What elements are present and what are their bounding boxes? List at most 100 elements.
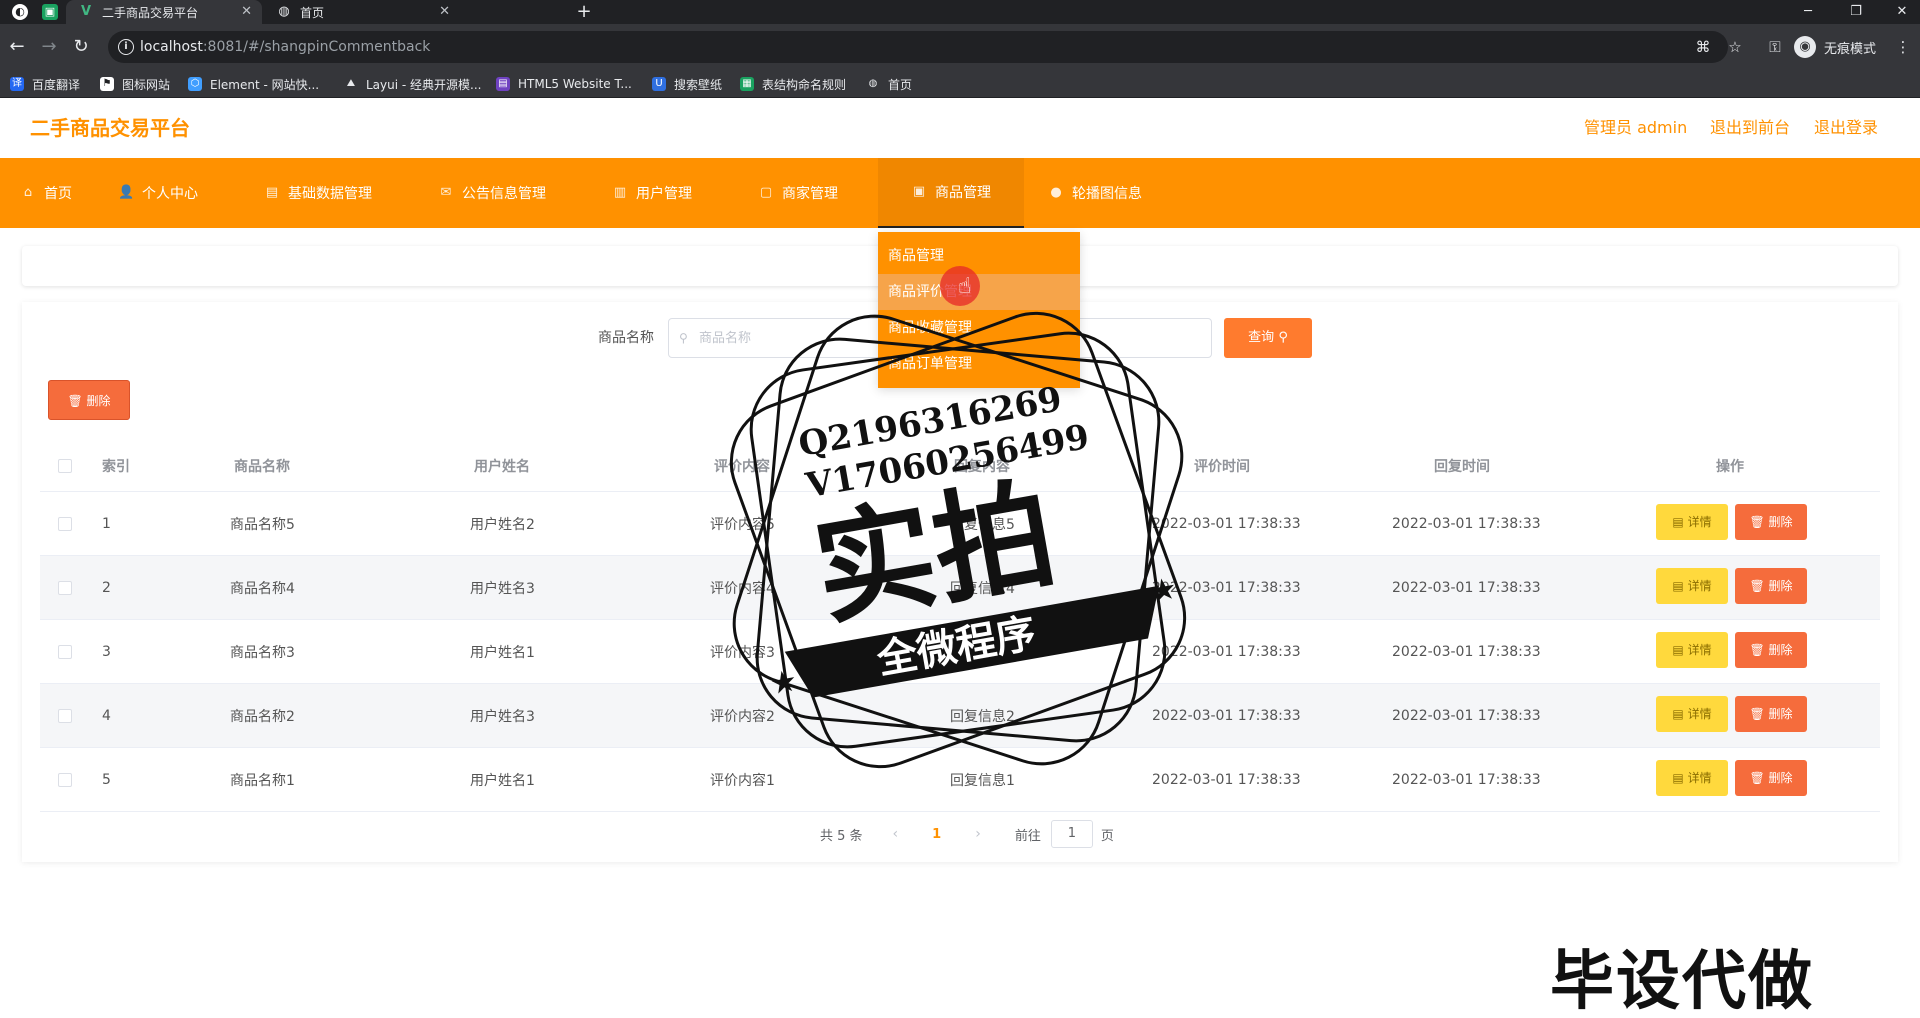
bookmark-item[interactable]: U 搜索壁纸: [652, 70, 722, 98]
query-button[interactable]: 查询 ⚲: [1224, 318, 1312, 358]
minimize-icon[interactable]: ─: [1790, 0, 1826, 24]
vue-logo-icon: V: [80, 4, 92, 19]
key-icon[interactable]: ⚿: [1764, 36, 1786, 58]
bookmark-item[interactable]: ▦ 表结构命名规则: [740, 70, 846, 98]
column-header: 回复内容: [954, 458, 1010, 475]
page: { "browser": { "tabs": [ {"title": "二手商品…: [0, 0, 1920, 1018]
cell-reply-time: 2022-03-01 17:38:33: [1392, 579, 1541, 596]
bookmark-item[interactable]: 译百度翻译: [10, 70, 80, 98]
cell-reply: 回复信息5: [950, 516, 1015, 533]
detail-button[interactable]: ▤ 详情: [1656, 760, 1728, 796]
delete-button[interactable]: 🗑 删除: [1735, 504, 1807, 540]
close-icon[interactable]: ✕: [439, 4, 450, 20]
bookmark-item[interactable]: ⛰ Layui - 经典开源模...: [344, 70, 482, 98]
bookmark-item[interactable]: ⬡ Element - 网站快...: [188, 70, 319, 98]
close-window-icon[interactable]: ✕: [1884, 0, 1920, 24]
logout-link[interactable]: 退出登录: [1814, 98, 1878, 158]
cell-goods-name: 商品名称5: [230, 516, 295, 533]
page-number[interactable]: 1: [932, 827, 941, 842]
nav-basic-data[interactable]: ▤ 基础数据管理: [264, 158, 372, 228]
search-icon: ⚲: [1278, 330, 1288, 345]
select-all-checkbox[interactable]: [58, 459, 72, 473]
column-header: 操作: [1716, 458, 1744, 475]
nav-goods[interactable]: ▣ 商品管理: [878, 158, 1024, 228]
cell-reply: 回复信息2: [950, 708, 1015, 725]
new-tab-button[interactable]: +: [574, 0, 594, 24]
menu-item-goods-favorite[interactable]: 商品收藏管理: [878, 310, 1080, 346]
pinned-tab-icon[interactable]: ▣: [42, 4, 58, 20]
wallpaper-icon: U: [652, 77, 666, 91]
goto-label: 前往: [1014, 828, 1041, 844]
cell-reply-time: 2022-03-01 17:38:33: [1392, 771, 1541, 788]
close-icon[interactable]: ✕: [241, 4, 252, 20]
info-icon[interactable]: i: [118, 39, 134, 55]
detail-button[interactable]: ▤ 详情: [1656, 696, 1728, 732]
user-icon: 👤: [118, 185, 135, 200]
address-bar[interactable]: i localhost:8081/#/shangpinCommentback: [108, 31, 1728, 63]
tab-home[interactable]: ◍ 首页 ✕: [264, 0, 460, 24]
cursor-highlight: ☝: [940, 266, 980, 306]
goto-suffix: 页: [1100, 828, 1114, 844]
prev-page-icon[interactable]: ‹: [893, 826, 899, 842]
table-row: 5 商品名称1 用户姓名1 评价内容1 回复信息1 2022-03-01 17:…: [40, 748, 1880, 812]
delete-button[interactable]: 🗑 删除: [1735, 760, 1807, 796]
delete-button[interactable]: 🗑 删除: [1735, 632, 1807, 668]
delete-button[interactable]: 🗑 删除: [1735, 568, 1807, 604]
more-menu-icon[interactable]: ⋮: [1892, 36, 1914, 58]
bookmark-item[interactable]: ⚑ 图标网站: [100, 70, 170, 98]
star-icon[interactable]: ☆: [1724, 36, 1746, 58]
browser-tab-bar: ◐ ▣ V 二手商品交易平台 ✕ ◍ 首页 ✕ + ─ ❐ ✕: [0, 0, 1920, 24]
table-header: 索引 商品名称 用户姓名 评价内容 回复内容 评价时间 回复时间 操作: [40, 440, 1880, 492]
row-checkbox[interactable]: [58, 581, 72, 595]
bookmark-item[interactable]: ◍ 首页: [866, 70, 912, 98]
reload-icon[interactable]: ↻: [70, 36, 92, 58]
menu-item-goods[interactable]: 商品管理: [878, 238, 1080, 274]
detail-button[interactable]: ▤ 详情: [1656, 632, 1728, 668]
column-header: 商品名称: [234, 458, 290, 475]
nav-notice[interactable]: ✉ 公告信息管理: [438, 158, 546, 228]
flag-icon: ⚑: [100, 77, 114, 91]
column-header: 回复时间: [1434, 458, 1490, 475]
nav-personal-center[interactable]: 👤 个人中心: [118, 158, 198, 228]
row-checkbox[interactable]: [58, 709, 72, 723]
pagination: 共 5 条 ‹ 1 › 前往 1 页: [820, 816, 1114, 852]
sheet-icon: ▦: [740, 77, 754, 91]
batch-delete-button[interactable]: 🗑 删除: [48, 380, 130, 420]
forward-icon[interactable]: →: [38, 36, 60, 58]
html5-icon: ▤: [496, 77, 510, 91]
bookmark-item[interactable]: ▤ HTML5 Website T...: [496, 70, 632, 98]
next-page-icon[interactable]: ›: [975, 826, 981, 842]
goods-dropdown-menu: 商品管理 商品评价管理 商品收藏管理 商品订单管理: [878, 232, 1080, 388]
detail-button[interactable]: ▤ 详情: [1656, 504, 1728, 540]
nav-carousel[interactable]: ● 轮播图信息: [1048, 158, 1142, 228]
back-icon[interactable]: ←: [6, 36, 28, 58]
goto-page-input[interactable]: 1: [1050, 820, 1093, 848]
bottom-watermark: 毕设代做: [1550, 945, 1814, 1018]
nav-home[interactable]: ⌂ 首页: [20, 158, 72, 228]
data-icon: ▤: [265, 185, 279, 200]
incognito-profile[interactable]: ◉ 无痕模式: [1794, 32, 1876, 62]
cell-comment-time: 2022-03-01 17:38:33: [1152, 771, 1301, 788]
row-checkbox[interactable]: [58, 773, 72, 787]
browser-menu-icon[interactable]: ◐: [12, 4, 28, 20]
delete-button[interactable]: 🗑 删除: [1735, 696, 1807, 732]
translate-icon[interactable]: ⌘: [1692, 36, 1714, 58]
app-title: 二手商品交易平台: [30, 116, 190, 140]
notice-icon: ✉: [440, 185, 452, 200]
nav-users[interactable]: ▥ 用户管理: [612, 158, 692, 228]
menu-item-goods-order[interactable]: 商品订单管理: [878, 346, 1080, 382]
trash-icon: 🗑: [67, 394, 83, 408]
cell-comment-time: 2022-03-01 17:38:33: [1152, 643, 1301, 660]
tab-active[interactable]: V 二手商品交易平台 ✕: [66, 0, 262, 24]
column-header: 用户姓名: [474, 458, 530, 475]
table-row: 4 商品名称2 用户姓名3 评价内容2 回复信息2 2022-03-01 17:…: [40, 684, 1880, 748]
hand-cursor-icon: ☝: [958, 274, 972, 299]
admin-label: 管理员 admin: [1584, 118, 1688, 137]
detail-button[interactable]: ▤ 详情: [1656, 568, 1728, 604]
row-checkbox[interactable]: [58, 645, 72, 659]
restore-icon[interactable]: ❐: [1838, 0, 1874, 24]
tab-title: 二手商品交易平台: [102, 5, 199, 20]
back-to-front-link[interactable]: 退出到前台: [1710, 98, 1790, 158]
nav-merchants[interactable]: ▢ 商家管理: [758, 158, 838, 228]
row-checkbox[interactable]: [58, 517, 72, 531]
